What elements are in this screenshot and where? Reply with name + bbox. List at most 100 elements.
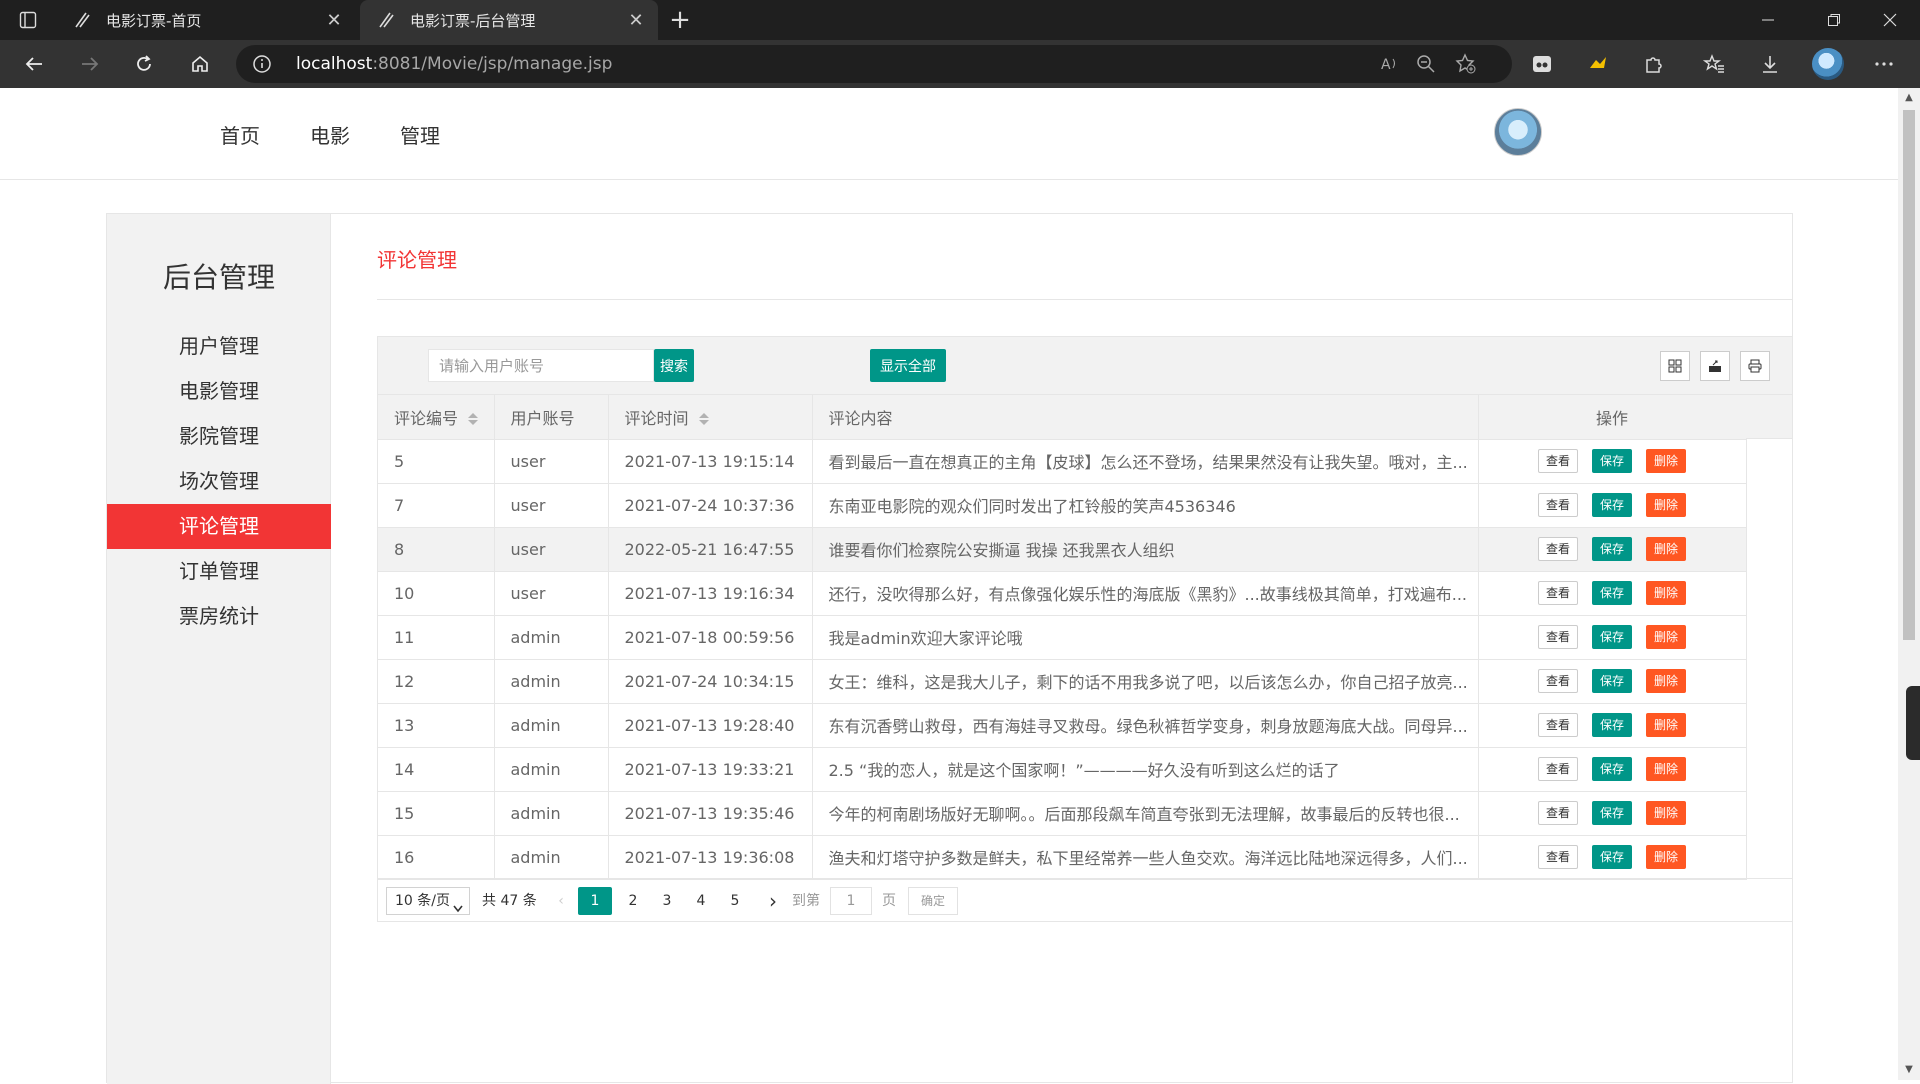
save-button[interactable]: 保存 <box>1591 713 1632 737</box>
scrollbar-thumb[interactable] <box>1903 110 1915 640</box>
address-bar[interactable]: localhost:8081/Movie/jsp/manage.jsp A <box>236 45 1512 83</box>
save-button[interactable]: 保存 <box>1591 581 1632 605</box>
nav-manage-link[interactable]: 管理 <box>400 120 440 149</box>
nav-home-link[interactable]: 首页 <box>220 120 260 149</box>
scroll-down-icon[interactable]: ▼ <box>1903 1064 1915 1076</box>
save-button[interactable]: 保存 <box>1591 537 1632 561</box>
more-menu-icon[interactable] <box>1870 50 1898 78</box>
nav-movie-link[interactable]: 电影 <box>310 120 350 149</box>
read-aloud-icon[interactable]: A <box>1376 50 1404 78</box>
table-row[interactable]: 13 admin 2021-07-13 19:28:40 东有沉香劈山救母，西有海娃寻… <box>378 703 1747 748</box>
sidebar-item-sessions[interactable]: 场次管理 <box>107 459 331 504</box>
view-button[interactable]: 查看 <box>1537 537 1578 561</box>
view-button[interactable]: 查看 <box>1537 625 1578 649</box>
site-info-icon[interactable] <box>252 54 272 74</box>
favorites-icon[interactable] <box>1700 50 1728 78</box>
sidebar-item-boxoffice[interactable]: 票房统计 <box>107 594 331 639</box>
save-button[interactable]: 保存 <box>1591 669 1632 693</box>
table-row[interactable]: 15 admin 2021-07-13 19:35:46 今年的柯南剧场版好无聊啊。。… <box>378 791 1747 836</box>
save-button[interactable]: 保存 <box>1591 845 1632 869</box>
delete-button[interactable]: 删除 <box>1646 449 1687 473</box>
goto-confirm-button[interactable]: 确定 <box>908 887 958 915</box>
downloads-icon[interactable] <box>1756 50 1784 78</box>
delete-button[interactable]: 删除 <box>1646 493 1687 517</box>
export-icon[interactable] <box>1700 351 1730 381</box>
side-panel-handle[interactable] <box>1906 686 1920 760</box>
minimize-icon[interactable] <box>1740 0 1796 40</box>
delete-button[interactable]: 删除 <box>1646 801 1687 825</box>
page-4[interactable]: 4 <box>686 887 716 915</box>
page-3[interactable]: 3 <box>652 887 682 915</box>
delete-button[interactable]: 删除 <box>1646 845 1687 869</box>
add-favorite-icon[interactable] <box>1452 50 1480 78</box>
page-1[interactable]: 1 <box>578 887 612 915</box>
back-icon[interactable] <box>18 48 50 80</box>
profile-avatar-icon[interactable] <box>1812 48 1844 80</box>
delete-button[interactable]: 删除 <box>1646 625 1687 649</box>
delete-button[interactable]: 删除 <box>1646 537 1687 561</box>
sidebar-item-comments[interactable]: 评论管理 <box>107 504 331 549</box>
table-row[interactable]: 8 user 2022-05-21 16:47:55 谁要看你们检察院公安撕逼 我操 … <box>378 527 1747 572</box>
table-row[interactable]: 16 admin 2021-07-13 19:36:08 渔夫和灯塔守护多数是鲜夫，私… <box>378 835 1747 880</box>
goto-page-input[interactable]: 1 <box>830 887 872 915</box>
table-row[interactable]: 12 admin 2021-07-24 10:34:15 女王：维科，这是我大儿子，剩… <box>378 659 1747 704</box>
tab-close-icon[interactable]: ✕ <box>622 10 650 31</box>
sidebar-item-movies[interactable]: 电影管理 <box>107 369 331 414</box>
sort-icon[interactable] <box>468 413 479 426</box>
new-tab-icon[interactable]: + <box>664 4 696 36</box>
view-button[interactable]: 查看 <box>1537 757 1578 781</box>
table-row[interactable]: 5 user 2021-07-13 19:15:14 看到最后一直在想真正的主角【皮球… <box>378 439 1747 484</box>
save-button[interactable]: 保存 <box>1591 493 1632 517</box>
search-button[interactable]: 搜索 <box>654 349 694 382</box>
show-all-button[interactable]: 显示全部 <box>870 349 946 382</box>
delete-button[interactable]: 删除 <box>1646 713 1687 737</box>
save-button[interactable]: 保存 <box>1591 625 1632 649</box>
header-comment-id[interactable]: 评论编号 <box>378 395 495 440</box>
save-button[interactable]: 保存 <box>1591 801 1632 825</box>
table-row[interactable]: 11 admin 2021-07-18 00:59:56 我是admin欢迎大家评论哦… <box>378 615 1747 660</box>
sidebar-item-cinemas[interactable]: 影院管理 <box>107 414 331 459</box>
delete-button[interactable]: 删除 <box>1646 669 1687 693</box>
page-5[interactable]: 5 <box>720 887 750 915</box>
home-icon[interactable] <box>184 48 216 80</box>
delete-button[interactable]: 删除 <box>1646 757 1687 781</box>
page-scrollbar[interactable]: ▲ ▼ <box>1898 88 1920 1080</box>
scroll-up-icon[interactable]: ▲ <box>1903 92 1915 104</box>
sidebar-item-users[interactable]: 用户管理 <box>107 324 331 369</box>
columns-filter-icon[interactable] <box>1660 351 1690 381</box>
next-page-icon[interactable]: › <box>758 887 788 915</box>
prev-page-icon[interactable]: ‹ <box>546 887 576 915</box>
table-row[interactable]: 10 user 2021-07-13 19:16:34 还行，没吹得那么好，有点像强化… <box>378 571 1747 616</box>
table-row[interactable]: 14 admin 2021-07-13 19:33:21 2.5 “我的恋人，就是这个… <box>378 747 1747 792</box>
save-button[interactable]: 保存 <box>1591 449 1632 473</box>
delete-button[interactable]: 删除 <box>1646 581 1687 605</box>
save-button[interactable]: 保存 <box>1591 757 1632 781</box>
view-button[interactable]: 查看 <box>1537 581 1578 605</box>
extensions-puzzle-icon[interactable] <box>1640 50 1668 78</box>
extension-yellow-icon[interactable] <box>1584 50 1612 78</box>
table-row[interactable]: 7 user 2021-07-24 10:37:36 东南亚电影院的观众们同时发出了杠… <box>378 483 1747 528</box>
sort-icon[interactable] <box>698 413 709 426</box>
print-icon[interactable] <box>1740 351 1770 381</box>
zoom-out-icon[interactable] <box>1412 50 1440 78</box>
browser-tab-manage[interactable]: 电影订票-后台管理 ✕ <box>360 0 658 40</box>
view-button[interactable]: 查看 <box>1537 493 1578 517</box>
browser-tab-home[interactable]: 电影订票-首页 ✕ <box>56 0 356 40</box>
page-size-select[interactable]: 10 条/页 <box>386 887 470 915</box>
view-button[interactable]: 查看 <box>1537 449 1578 473</box>
forward-icon[interactable] <box>74 48 106 80</box>
view-button[interactable]: 查看 <box>1537 713 1578 737</box>
view-button[interactable]: 查看 <box>1537 669 1578 693</box>
page-2[interactable]: 2 <box>618 887 648 915</box>
tab-close-icon[interactable]: ✕ <box>320 10 348 31</box>
user-avatar[interactable] <box>1494 108 1542 156</box>
tab-actions-icon[interactable] <box>16 8 40 32</box>
search-input[interactable] <box>428 349 654 382</box>
restore-icon[interactable] <box>1806 0 1862 40</box>
close-window-icon[interactable] <box>1862 0 1918 40</box>
header-comment-time[interactable]: 评论时间 <box>608 395 813 440</box>
view-button[interactable]: 查看 <box>1537 801 1578 825</box>
view-button[interactable]: 查看 <box>1537 845 1578 869</box>
sidebar-item-orders[interactable]: 订单管理 <box>107 549 331 594</box>
refresh-icon[interactable] <box>128 48 160 80</box>
